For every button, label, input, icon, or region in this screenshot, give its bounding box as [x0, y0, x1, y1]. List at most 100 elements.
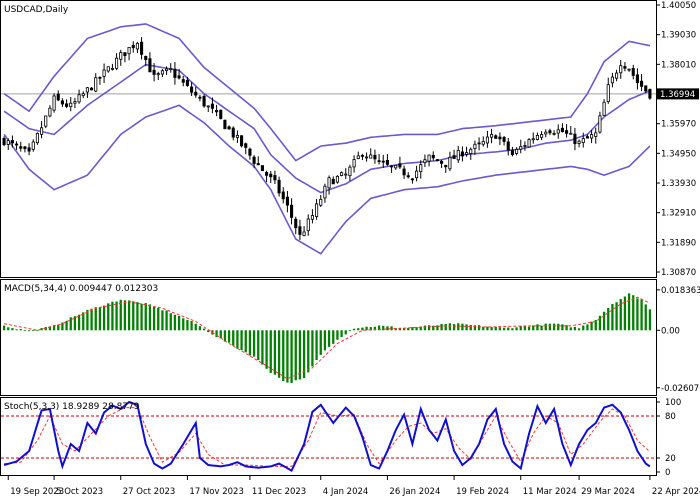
macd-bar: [486, 326, 489, 331]
candle: [260, 165, 264, 172]
candle-body: [177, 75, 181, 79]
candle-body: [427, 154, 431, 162]
macd-bar: [440, 323, 443, 331]
macd-bar: [444, 323, 447, 331]
macd-bar: [477, 325, 481, 331]
candle-body: [360, 155, 364, 157]
macd-bar: [636, 298, 639, 331]
stoch-tick-label: 100: [665, 398, 681, 408]
candle-body: [31, 141, 35, 150]
macd-tick-label: 0.00: [661, 326, 680, 336]
candle-body: [490, 134, 494, 138]
macd-bar: [607, 308, 610, 331]
candle-body: [477, 142, 481, 145]
candle-body: [285, 196, 289, 206]
price-tick-label: 1.31890: [661, 238, 696, 248]
candle-body: [585, 136, 589, 139]
date-tick-label: 11 Dec 2023: [252, 487, 306, 497]
candle-body: [465, 152, 469, 155]
candle-body: [327, 177, 331, 189]
macd-bar: [452, 324, 456, 331]
macd-bar: [602, 311, 606, 331]
candle-body: [623, 66, 627, 69]
candle: [527, 138, 531, 148]
candle-body: [160, 70, 164, 75]
candle-body: [131, 44, 135, 49]
macd-bar: [590, 321, 593, 331]
candle-body: [448, 156, 452, 170]
macd-bar: [582, 325, 585, 331]
candle-body: [256, 163, 260, 166]
macd-bar: [219, 330, 222, 339]
date-tick-label: 4 Jan 2024: [323, 487, 369, 497]
macd-bar: [102, 305, 106, 331]
macd-bar: [577, 328, 581, 331]
macd-bar: [619, 299, 622, 331]
candle-body: [440, 160, 444, 164]
macd-bar: [2, 325, 6, 331]
candle-body: [560, 127, 564, 132]
candle-body: [206, 105, 210, 108]
candle-body: [435, 159, 439, 162]
macd-bar: [65, 320, 68, 331]
candle-body: [627, 68, 631, 71]
macd-bar: [336, 330, 339, 340]
candle-body: [52, 95, 56, 111]
macd-bar: [69, 317, 72, 331]
macd-bar: [323, 330, 327, 351]
macd-bar: [107, 303, 110, 331]
candle-body: [119, 52, 123, 60]
macd-bar: [240, 330, 243, 351]
candle-body: [452, 155, 456, 159]
candle-body: [315, 203, 319, 217]
candle-body: [390, 165, 394, 168]
candle-body: [23, 146, 27, 150]
candle-body: [644, 85, 648, 92]
candle-body: [323, 185, 327, 199]
current-price-badge: 1.36994: [657, 88, 699, 100]
candle-body: [277, 179, 281, 194]
candle-body: [369, 154, 373, 159]
macd-bar: [473, 325, 477, 331]
candle-body: [48, 107, 52, 117]
macd-bar: [57, 324, 60, 331]
macd-bar: [411, 327, 414, 331]
candle: [435, 159, 439, 162]
candle-body: [398, 163, 402, 168]
candle-body: [115, 57, 119, 69]
candle-body: [190, 86, 194, 93]
macd-bar: [632, 295, 635, 331]
candle-body: [419, 164, 423, 172]
macd-bar: [23, 330, 27, 332]
price-tick-label: 1.40050: [661, 1, 696, 11]
candle-body: [210, 103, 214, 109]
candle-body: [606, 84, 610, 103]
candle-body: [302, 231, 306, 236]
candle-body: [635, 74, 639, 84]
macd-bar: [544, 323, 547, 331]
stoch-tick-label: 20: [665, 454, 676, 464]
date-tick-label: 5 Oct 2023: [56, 487, 103, 497]
candle-body: [544, 131, 548, 135]
macd-bar: [340, 330, 343, 338]
macd-bar: [494, 326, 497, 331]
candle-body: [40, 127, 44, 135]
candle-body: [356, 155, 360, 159]
macd-bar: [352, 328, 356, 331]
macd-bar: [269, 330, 272, 373]
candle-body: [19, 146, 23, 149]
macd-bar: [573, 326, 577, 331]
candle-body: [44, 115, 48, 127]
candle-body: [394, 164, 398, 169]
macd-bar: [461, 323, 464, 331]
macd-bar: [148, 304, 152, 331]
candle-body: [252, 156, 256, 164]
candle-body: [385, 159, 389, 165]
candle-body: [27, 147, 31, 152]
macd-bar: [436, 325, 439, 331]
price-tick-label: 1.35970: [661, 120, 696, 130]
price-tick-label: 1.34950: [661, 149, 696, 159]
macd-bar: [19, 329, 22, 331]
candle: [219, 109, 223, 120]
price-tick-label: 1.33930: [661, 179, 696, 189]
